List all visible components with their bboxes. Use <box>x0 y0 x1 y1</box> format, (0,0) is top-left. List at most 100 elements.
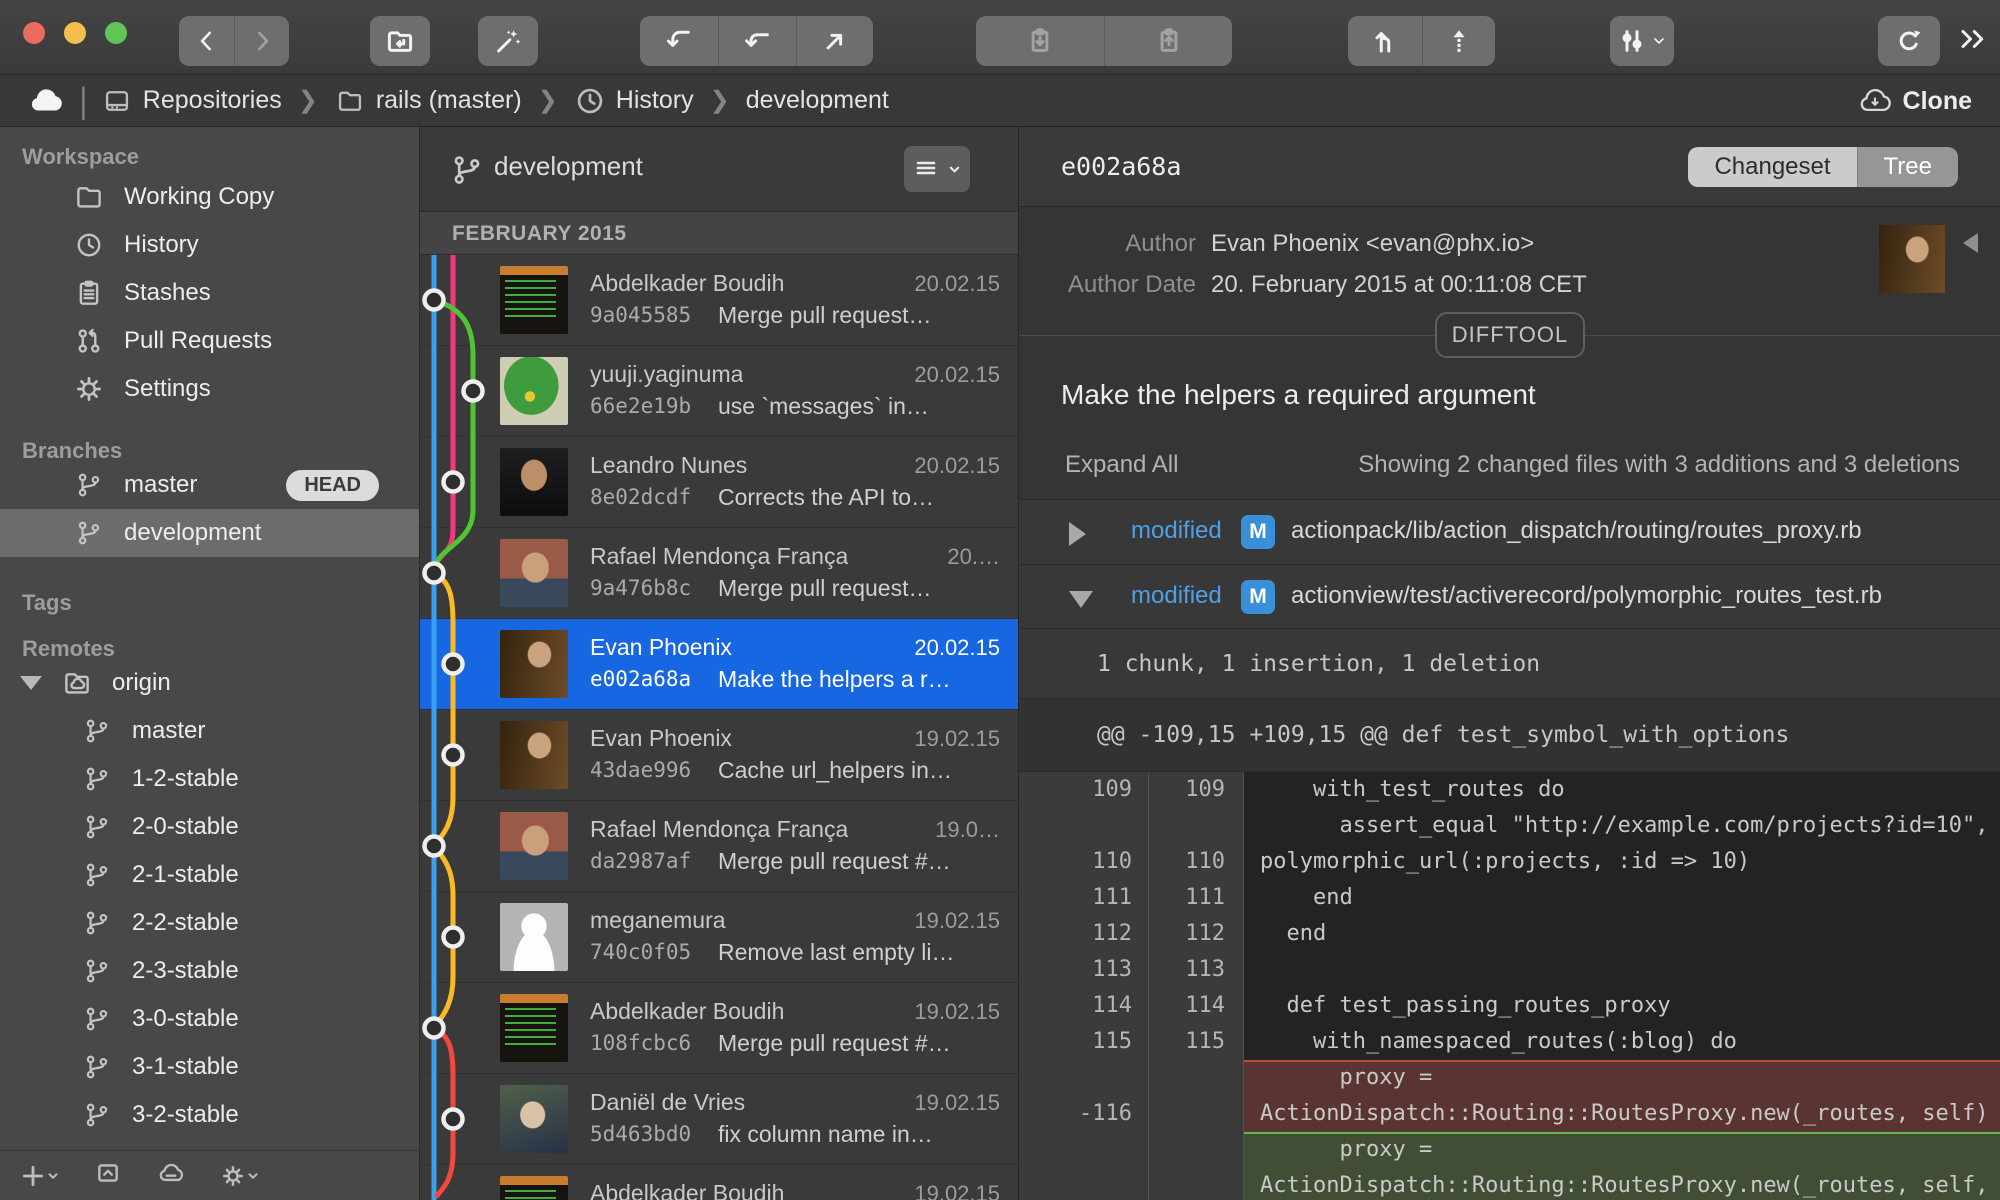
sidebar-item-working-copy[interactable]: Working Copy <box>0 173 419 221</box>
branches-section-header: Branches <box>22 438 123 463</box>
commit-author: yuuji.yaginuma <box>590 361 744 387</box>
unstash-button[interactable] <box>1104 16 1232 66</box>
diff-line: proxy = <box>1019 1132 2000 1168</box>
refresh-button[interactable] <box>1878 16 1940 66</box>
file-row[interactable]: modified M actionview/test/activerecord/… <box>1019 563 2000 628</box>
old-line-number <box>1019 1168 1149 1200</box>
add-repo-button[interactable] <box>20 1163 60 1189</box>
commit-row[interactable]: Abdelkader Boudih 19.02.15 <box>420 1165 1018 1200</box>
clock-icon <box>72 230 106 260</box>
checkout-button[interactable] <box>718 16 796 66</box>
pull-request-icon <box>72 326 106 356</box>
diff-line: 114 114 def test_passing_routes_proxy <box>1019 988 2000 1024</box>
breadcrumb-repositories[interactable]: Repositories <box>101 86 282 115</box>
avatar <box>500 539 568 607</box>
commit-row[interactable]: Evan Phoenix 20.02.15 e002a68a Make the … <box>420 619 1018 710</box>
sidebar-remote-branch[interactable]: 3-0-stable <box>0 995 419 1043</box>
commit-row[interactable]: yuuji.yaginuma 20.02.15 66e2e19b use `me… <box>420 346 1018 437</box>
file-row[interactable]: modified M actionpack/lib/action_dispatc… <box>1019 499 2000 564</box>
stash-button[interactable] <box>976 16 1104 66</box>
git-branch-icon <box>80 1101 114 1129</box>
changed-files-list: modified M actionpack/lib/action_dispatc… <box>1019 499 2000 628</box>
breadcrumb-divider: | <box>80 78 87 121</box>
commit-date: 19.02.15 <box>914 999 1000 1024</box>
commit-hash: 43dae996 <box>590 758 692 782</box>
sidebar-item-settings[interactable]: Settings <box>0 365 419 413</box>
commit-date: 19.02.15 <box>914 1090 1000 1115</box>
view-options-button[interactable] <box>1610 16 1674 66</box>
diff-line-code: ActionDispatch::Routing::RoutesProxy.new… <box>1244 1096 2000 1132</box>
git-branch-icon <box>80 957 114 985</box>
file-summary-row: Expand All Showing 2 changed files with … <box>1019 437 2000 493</box>
commit-button[interactable] <box>640 16 718 66</box>
commit-row[interactable]: Rafael Mendonça França 20.… 9a476b8c Mer… <box>420 528 1018 619</box>
author-label: Author <box>1125 230 1196 257</box>
head-badge: HEAD <box>286 469 379 501</box>
merge-button[interactable] <box>1422 16 1495 66</box>
zoom-window-button[interactable] <box>105 22 127 44</box>
sidebar-branch-development[interactable]: development <box>0 509 419 557</box>
settings-gear-button[interactable] <box>220 1163 260 1189</box>
disclosure-triangle-icon[interactable] <box>20 676 42 690</box>
avatar <box>500 448 568 516</box>
toolbar-overflow-icon[interactable] <box>1956 24 1990 59</box>
commit-row[interactable]: Daniël de Vries 19.02.15 5d463bd0 fix co… <box>420 1074 1018 1165</box>
difftool-button[interactable]: DIFFTOOL <box>1435 312 1585 358</box>
remote-cloud-button[interactable] <box>156 1160 186 1191</box>
git-branch-icon <box>80 909 114 937</box>
author-date-value: 20. February 2015 at 00:11:08 CET <box>1211 271 1587 298</box>
commit-actions-group <box>640 16 873 66</box>
list-style-dropdown[interactable] <box>904 146 970 192</box>
clone-button[interactable]: Clone <box>1857 75 1972 127</box>
sidebar-remote-branch[interactable]: 3-1-stable <box>0 1043 419 1091</box>
commit-hash: 8e02dcdf <box>590 485 692 509</box>
old-line-number: 110 <box>1019 844 1149 880</box>
breadcrumb-history[interactable]: History <box>574 85 694 117</box>
view-mode-segmented-control: Changeset Tree <box>1688 147 1958 187</box>
sidebar-remote-branch[interactable]: 2-1-stable <box>0 851 419 899</box>
diff-line-code: proxy = <box>1244 1060 2000 1096</box>
avatar <box>500 357 568 425</box>
commit-row[interactable]: Rafael Mendonça França 19.0… da2987af Me… <box>420 801 1018 892</box>
minimize-window-button[interactable] <box>64 22 86 44</box>
sidebar-remote-branch[interactable]: 3-2-stable <box>0 1091 419 1139</box>
commit-row[interactable]: Leandro Nunes 20.02.15 8e02dcdf Corrects… <box>420 437 1018 528</box>
sidebar-item-stashes[interactable]: Stashes <box>0 269 419 317</box>
tab-changeset[interactable]: Changeset <box>1688 147 1857 187</box>
expand-all-link[interactable]: Expand All <box>1065 451 1178 479</box>
close-window-button[interactable] <box>23 22 45 44</box>
commit-author: Leandro Nunes <box>590 452 748 478</box>
diff-line-code <box>1244 952 2000 988</box>
remote-cloud-icon[interactable] <box>26 86 66 116</box>
reset-button[interactable] <box>796 16 873 66</box>
sidebar-remote-branch[interactable]: 2-0-stable <box>0 803 419 851</box>
sourcetree-window: | Repositories ❯ rails (master) ❯ Histor… <box>0 0 2000 1200</box>
old-line-number: 111 <box>1019 880 1149 916</box>
breadcrumb-branch[interactable]: development <box>746 86 889 115</box>
breadcrumb-repo[interactable]: rails (master) <box>334 86 522 115</box>
commit-row[interactable]: Abdelkader Boudih 19.02.15 108fcbc6 Merg… <box>420 983 1018 1074</box>
sidebar-remote-branch[interactable]: 1-2-stable <box>0 755 419 803</box>
commit-date: 19.0… <box>935 817 1000 842</box>
sidebar-item-pull-requests[interactable]: Pull Requests <box>0 317 419 365</box>
nav-forward-button[interactable] <box>234 16 289 66</box>
sidebar-remote-branch[interactable]: master <box>0 707 419 755</box>
magic-wand-button[interactable] <box>478 16 538 66</box>
nav-back-button[interactable] <box>179 16 234 66</box>
avatar-disclosure-triangle-icon[interactable] <box>1963 233 1978 253</box>
sidebar-remote-branch[interactable]: 2-3-stable <box>0 947 419 995</box>
export-button[interactable] <box>94 1160 122 1191</box>
chevron-right-icon: ❯ <box>709 87 730 114</box>
sidebar-item-history[interactable]: History <box>0 221 419 269</box>
tab-tree[interactable]: Tree <box>1856 147 1958 187</box>
commit-date: 20.02.15 <box>914 271 1000 296</box>
commit-row[interactable]: Evan Phoenix 19.02.15 43dae996 Cache url… <box>420 710 1018 801</box>
sidebar-remote-branch[interactable]: 2-2-stable <box>0 899 419 947</box>
commit-row[interactable]: meganemura 19.02.15 740c0f05 Remove last… <box>420 892 1018 983</box>
commit-id-title: e002a68a <box>1061 152 1182 181</box>
branch-button[interactable] <box>1348 16 1422 66</box>
commit-author: Abdelkader Boudih <box>590 998 785 1024</box>
repo-browser-button[interactable] <box>370 16 430 66</box>
commit-row[interactable]: Abdelkader Boudih 20.02.15 9a045585 Merg… <box>420 255 1018 346</box>
folder-icon <box>338 91 361 111</box>
